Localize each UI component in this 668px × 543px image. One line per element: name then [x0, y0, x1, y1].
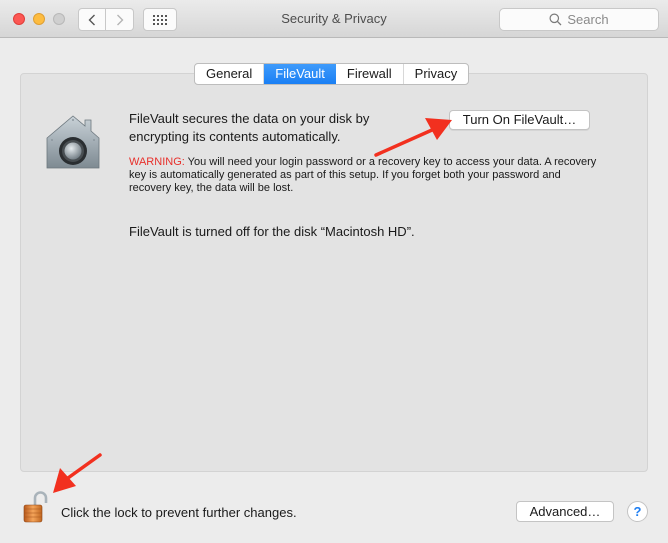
- filevault-description: FileVault secures the data on your disk …: [129, 111, 370, 144]
- tab-privacy[interactable]: Privacy: [404, 64, 469, 84]
- title-bar: Security & Privacy Search: [0, 0, 668, 38]
- turn-on-filevault-button[interactable]: Turn On FileVault…: [449, 110, 590, 130]
- filevault-warning: WARNING: You will need your login passwo…: [129, 156, 599, 195]
- tab-firewall[interactable]: Firewall: [336, 64, 404, 84]
- tab-bar: General FileVault Firewall Privacy: [194, 63, 470, 85]
- lock-instruction: Click the lock to prevent further change…: [61, 505, 297, 520]
- unlocked-padlock-icon[interactable]: [22, 490, 48, 524]
- warning-label: WARNING:: [129, 156, 185, 168]
- search-field[interactable]: Search: [499, 8, 659, 31]
- advanced-button[interactable]: Advanced…: [516, 501, 614, 522]
- filevault-house-icon: [46, 115, 100, 169]
- tab-filevault[interactable]: FileVault: [264, 64, 336, 84]
- search-icon: [549, 13, 562, 26]
- help-button[interactable]: ?: [627, 501, 648, 522]
- filevault-status: FileVault is turned off for the disk “Ma…: [129, 224, 415, 239]
- warning-text: You will need your login password or a r…: [129, 156, 597, 194]
- search-placeholder: Search: [567, 12, 609, 27]
- tab-general[interactable]: General: [195, 64, 265, 84]
